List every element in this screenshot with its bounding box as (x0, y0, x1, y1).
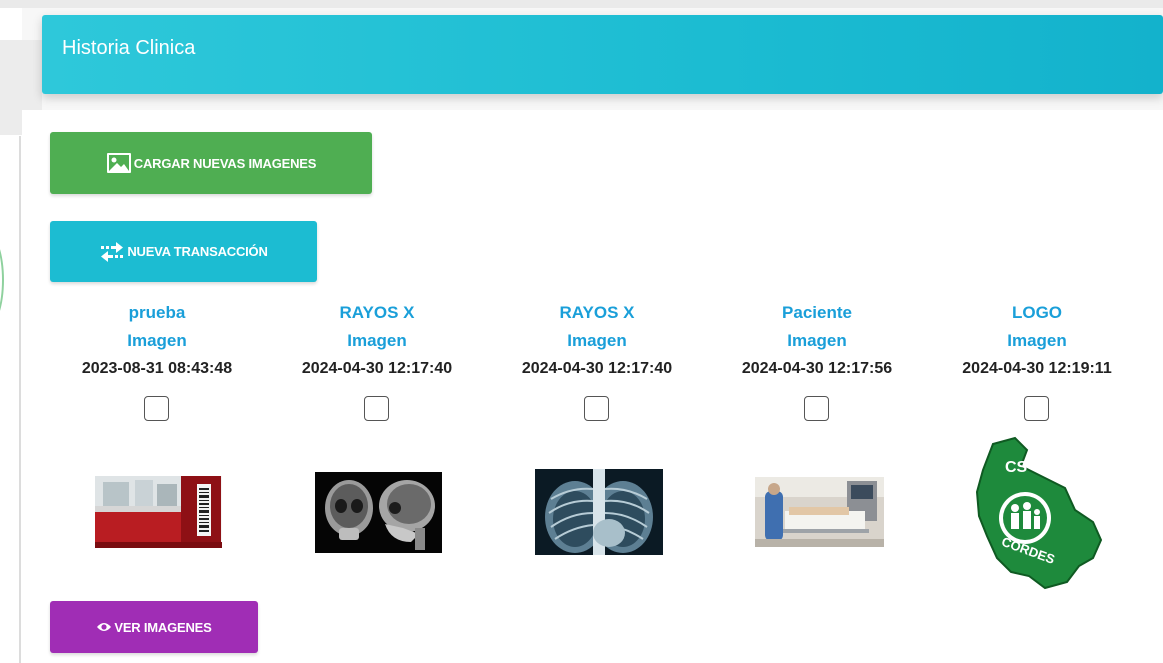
image-name-link[interactable]: Paciente (712, 299, 922, 327)
image-date: 2024-04-30 12:19:11 (962, 360, 1112, 377)
image-icon (106, 152, 132, 174)
exchange-icon (99, 241, 125, 262)
left-arc-decoration (0, 232, 4, 328)
image-name-link[interactable]: LOGO (932, 299, 1142, 327)
image-type-link[interactable]: Imagen (492, 327, 702, 355)
image-date: 2024-04-30 12:17:40 (521, 360, 673, 377)
new-transaction-label: NUEVA TRANSACCIÓN (127, 244, 268, 259)
skull-xray-thumbnail[interactable] (315, 472, 442, 553)
image-type-link[interactable]: Imagen (52, 327, 262, 355)
new-transaction-button[interactable]: NUEVA TRANSACCIÓN (50, 221, 317, 282)
top-background (0, 0, 1163, 8)
page-title: Historia Clinica (62, 37, 196, 59)
patient-photo-thumbnail[interactable] (755, 477, 884, 547)
image-date: 2023-08-31 08:43:48 (81, 360, 233, 377)
image-name-link[interactable]: RAYOS X (492, 299, 702, 327)
eye-icon (96, 621, 112, 633)
select-image-checkbox[interactable] (584, 396, 609, 421)
image-date: 2024-04-30 12:17:40 (301, 360, 453, 377)
view-images-button[interactable]: VER IMAGENES (50, 601, 258, 653)
upload-images-label: CARGAR NUEVAS IMAGENES (133, 155, 317, 171)
image-card: LOGO Imagen 2024-04-30 12:19:11 (932, 299, 1142, 383)
select-image-checkbox[interactable] (144, 396, 169, 421)
image-name-link[interactable]: prueba (52, 299, 262, 327)
image-card: prueba Imagen 2023-08-31 08:43:48 (52, 299, 262, 383)
image-type-link[interactable]: Imagen (932, 327, 1142, 355)
card-header: Historia Clinica (42, 15, 1163, 94)
select-image-checkbox[interactable] (804, 396, 829, 421)
chest-xray-thumbnail[interactable] (535, 469, 663, 555)
upload-images-button[interactable]: CARGAR NUEVAS IMAGENES (50, 132, 372, 194)
image-card: RAYOS X Imagen 2024-04-30 12:17:40 (272, 299, 482, 383)
logo-top-text: CS (1005, 459, 1028, 476)
image-card: Paciente Imagen 2024-04-30 12:17:56 (712, 299, 922, 383)
image-date: 2024-04-30 12:17:56 (741, 360, 893, 377)
ticket-thumbnail[interactable] (95, 476, 222, 548)
select-image-checkbox[interactable] (364, 396, 389, 421)
image-type-link[interactable]: Imagen (272, 327, 482, 355)
cordes-logo-thumbnail[interactable]: CS CORDES (975, 436, 1105, 590)
image-name-link[interactable]: RAYOS X (272, 299, 482, 327)
page: Historia Clinica CARGAR NUEVAS IMAGENES … (0, 0, 1163, 663)
view-images-label: VER IMAGENES (114, 619, 212, 635)
select-image-checkbox[interactable] (1024, 396, 1049, 421)
left-divider (19, 136, 21, 663)
image-card: RAYOS X Imagen 2024-04-30 12:17:40 (492, 299, 702, 383)
image-type-link[interactable]: Imagen (712, 327, 922, 355)
